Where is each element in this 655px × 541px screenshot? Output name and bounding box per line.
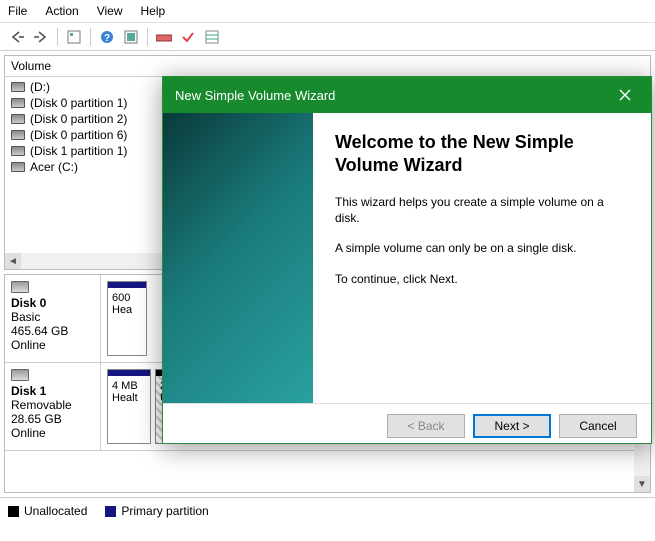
disk-icon (11, 281, 29, 293)
partition-line: 600 (112, 292, 130, 304)
menu-view[interactable]: View (97, 4, 123, 18)
wizard-heading: Welcome to the New Simple Volume Wizard (335, 131, 629, 176)
volume-icon (11, 114, 25, 124)
disk-label[interactable]: Disk 0 Basic 465.64 GB Online (5, 275, 101, 362)
volume-label: (D:) (30, 80, 50, 94)
wizard-button-row: < Back Next > Cancel (163, 403, 651, 448)
partition-line: Healt (112, 392, 138, 404)
disk-label[interactable]: Disk 1 Removable 28.65 GB Online (5, 363, 101, 450)
wizard-paragraph: A simple volume can only be on a single … (335, 240, 629, 256)
list-icon[interactable] (153, 27, 175, 47)
legend: Unallocated Primary partition (0, 497, 655, 524)
menu-bar: File Action View Help (0, 0, 655, 23)
volume-label: (Disk 0 partition 6) (30, 128, 127, 142)
menu-action[interactable]: Action (45, 4, 78, 18)
wizard-paragraph: This wizard helps you create a simple vo… (335, 194, 629, 226)
volume-icon (11, 146, 25, 156)
partition[interactable]: 4 MB Healt (107, 369, 151, 444)
volume-label: (Disk 1 partition 1) (30, 144, 127, 158)
wizard-content: Welcome to the New Simple Volume Wizard … (313, 113, 651, 403)
properties-icon[interactable] (63, 27, 85, 47)
menu-file[interactable]: File (8, 4, 27, 18)
wizard-paragraph: To continue, click Next. (335, 271, 629, 287)
wizard-titlebar[interactable]: New Simple Volume Wizard (163, 77, 651, 113)
wizard-title: New Simple Volume Wizard (175, 88, 335, 103)
forward-icon[interactable] (30, 27, 52, 47)
cancel-button[interactable]: Cancel (559, 414, 637, 438)
next-button[interactable]: Next > (473, 414, 551, 438)
toolbar: ? (0, 23, 655, 51)
settings-icon[interactable] (201, 27, 223, 47)
disk-name: Disk 0 (11, 296, 46, 310)
volume-icon (11, 82, 25, 92)
volume-label: (Disk 0 partition 2) (30, 112, 127, 126)
volume-label: Acer (C:) (30, 160, 78, 174)
close-icon[interactable] (611, 85, 639, 105)
disk-size: 28.65 GB (11, 412, 62, 426)
check-icon[interactable] (177, 27, 199, 47)
help-icon[interactable]: ? (96, 27, 118, 47)
back-icon[interactable] (6, 27, 28, 47)
volume-label: (Disk 0 partition 1) (30, 96, 127, 110)
scroll-down-icon[interactable]: ▼ (634, 476, 650, 492)
volume-icon (11, 98, 25, 108)
partition-line: Hea (112, 304, 132, 316)
disk-name: Disk 1 (11, 384, 46, 398)
legend-primary: Primary partition (105, 504, 208, 518)
back-button[interactable]: < Back (387, 414, 465, 438)
volume-icon (11, 162, 25, 172)
new-simple-volume-wizard: New Simple Volume Wizard Welcome to the … (162, 76, 652, 444)
disk-icon (11, 369, 29, 381)
disk-status: Online (11, 426, 46, 440)
disk-status: Online (11, 338, 46, 352)
disk-type: Removable (11, 398, 72, 412)
svg-text:?: ? (104, 33, 110, 44)
volume-icon (11, 130, 25, 140)
volume-column-header[interactable]: Volume (5, 56, 650, 77)
legend-unallocated: Unallocated (8, 504, 87, 518)
partition-line: 4 MB (112, 380, 138, 392)
refresh-icon[interactable] (120, 27, 142, 47)
partition[interactable]: 600 Hea (107, 281, 147, 356)
scroll-left-icon[interactable]: ◄ (5, 253, 21, 269)
menu-help[interactable]: Help (141, 4, 166, 18)
disk-type: Basic (11, 310, 40, 324)
wizard-side-banner (163, 113, 313, 403)
disk-size: 465.64 GB (11, 324, 68, 338)
